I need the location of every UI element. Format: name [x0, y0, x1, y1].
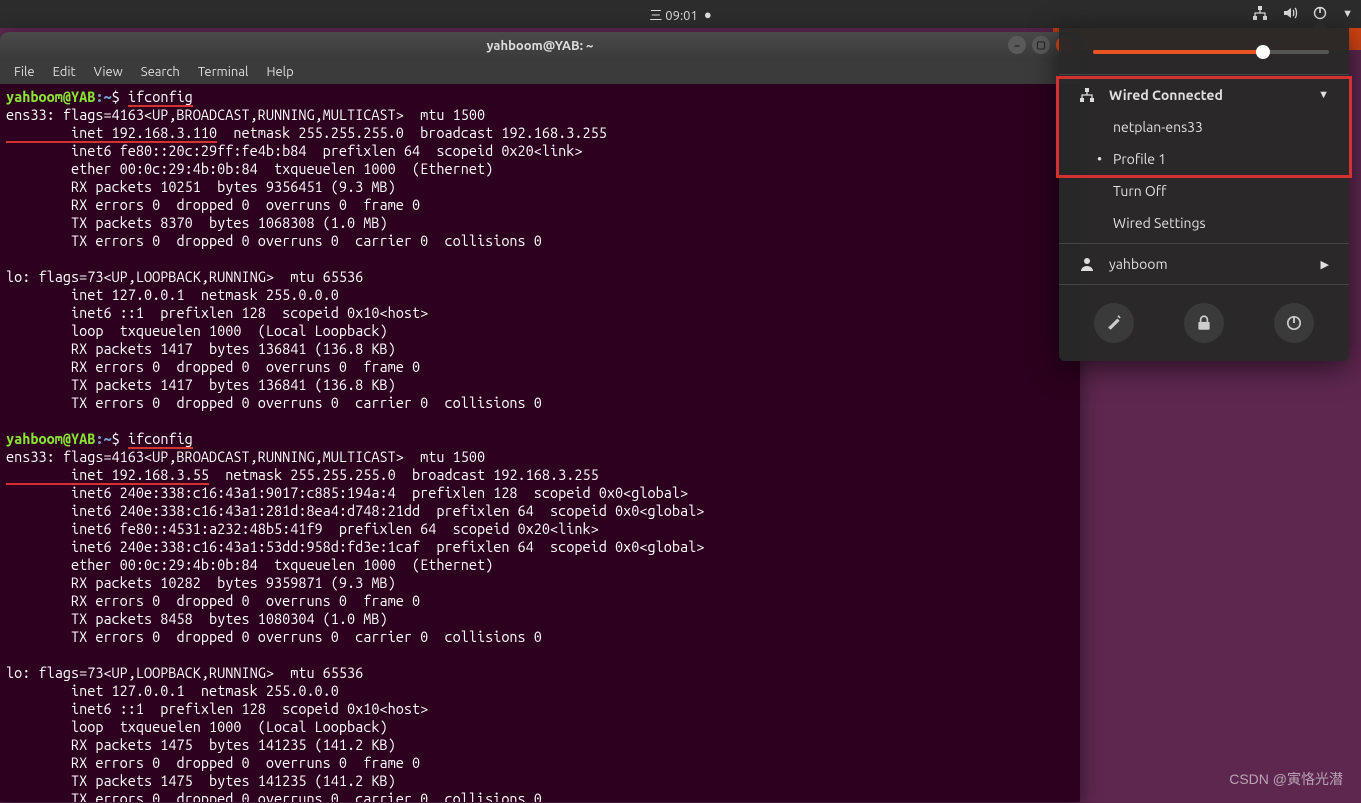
maximize-button[interactable]: ▢: [1032, 36, 1050, 54]
user-label: yahboom: [1109, 256, 1168, 272]
user-icon: [1079, 256, 1095, 272]
watermark-text: CSDN @寅恪光潜: [1229, 769, 1343, 789]
terminal-output[interactable]: yahboom@YAB:~$ ifconfig ens33: flags=416…: [0, 84, 1080, 802]
separator: [1059, 243, 1349, 244]
prompt-user: yahboom: [6, 88, 63, 105]
wired-connected-item[interactable]: Wired Connected ▼: [1059, 79, 1349, 111]
menu-search[interactable]: Search: [133, 63, 188, 81]
wired-network-icon: [1079, 87, 1095, 103]
popover-arrow-icon: [1311, 20, 1329, 29]
menu-file[interactable]: File: [6, 63, 43, 81]
wired-label: Wired Connected: [1109, 87, 1223, 103]
profile1-item[interactable]: Profile 1: [1059, 143, 1349, 175]
volume-slider[interactable]: [1093, 50, 1329, 54]
window-titlebar[interactable]: yahboom@YAB: ~ – ▢ ×: [0, 32, 1080, 60]
settings-button[interactable]: [1094, 303, 1134, 343]
inet-highlight-2: inet 192.168.3.55: [6, 466, 209, 485]
wired-settings-item[interactable]: Wired Settings: [1059, 207, 1349, 239]
minimize-button[interactable]: –: [1008, 36, 1026, 54]
menu-terminal[interactable]: Terminal: [190, 63, 257, 81]
volume-thumb[interactable]: [1256, 45, 1270, 59]
command-1: ifconfig: [128, 88, 193, 107]
power-button[interactable]: [1274, 303, 1314, 343]
volume-row: [1059, 28, 1349, 70]
window-title: yahboom@YAB: ~: [487, 39, 594, 53]
system-status-menu: Wired Connected ▼ netplan-ens33 Profile …: [1059, 28, 1349, 361]
volume-indicator-icon[interactable]: [1282, 5, 1298, 24]
netplan-item[interactable]: netplan-ens33: [1059, 111, 1349, 143]
chevron-right-icon: ▶: [1321, 258, 1329, 271]
menu-edit[interactable]: Edit: [45, 63, 84, 81]
action-buttons-row: [1059, 289, 1349, 347]
menu-help[interactable]: Help: [258, 63, 301, 81]
inet-highlight-1: inet 192.168.3.110: [6, 124, 217, 143]
terminal-menubar: File Edit View Search Terminal Help: [0, 60, 1080, 84]
command-2: ifconfig: [128, 430, 193, 449]
chevron-down-icon: ▼: [1318, 89, 1329, 101]
chevron-down-icon[interactable]: ▼: [1342, 8, 1353, 20]
clock-text: 三 09:01: [649, 5, 698, 24]
lock-button[interactable]: [1184, 303, 1224, 343]
user-account-item[interactable]: yahboom ▶: [1059, 248, 1349, 280]
notification-dot-icon: ●: [704, 7, 712, 22]
volume-fill: [1093, 50, 1263, 54]
network-indicator-icon[interactable]: [1252, 5, 1268, 24]
terminal-window: yahboom@YAB: ~ – ▢ × File Edit View Sear…: [0, 32, 1080, 802]
menu-view[interactable]: View: [86, 63, 131, 81]
separator: [1059, 284, 1349, 285]
clock-area[interactable]: 三 09:01 ●: [649, 5, 711, 24]
turn-off-item[interactable]: Turn Off: [1059, 175, 1349, 207]
wired-section-highlight: Wired Connected ▼ netplan-ens33 Profile …: [1056, 76, 1352, 178]
top-panel: 三 09:01 ● ▼: [0, 0, 1361, 28]
separator: [1059, 74, 1349, 75]
